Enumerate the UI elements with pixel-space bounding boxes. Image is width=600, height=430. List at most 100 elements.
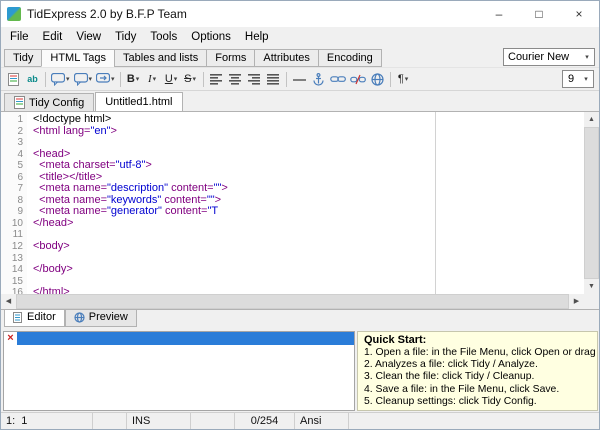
maximize-button[interactable]: □ bbox=[519, 1, 559, 27]
reply-button[interactable]: ▾ bbox=[94, 69, 117, 89]
line-number: 8 bbox=[1, 195, 23, 207]
comment-button[interactable]: ▾ bbox=[49, 69, 72, 89]
font-size-combo[interactable]: 9▾ bbox=[562, 70, 594, 88]
message-list[interactable]: × bbox=[3, 331, 355, 411]
tab-tables-and-lists[interactable]: Tables and lists bbox=[114, 49, 207, 67]
menu-edit[interactable]: Edit bbox=[36, 29, 70, 45]
status-progress: 0/254 bbox=[235, 413, 295, 429]
menu-file[interactable]: File bbox=[3, 29, 36, 45]
bold-button[interactable]: B▾ bbox=[124, 69, 143, 89]
vertical-scroll-thumb[interactable] bbox=[584, 127, 599, 279]
align-justify-button[interactable] bbox=[264, 69, 283, 89]
code-line[interactable] bbox=[33, 137, 584, 149]
tab-editor[interactable]: Editor bbox=[4, 310, 65, 327]
comment-icon bbox=[51, 73, 65, 86]
tab-forms[interactable]: Forms bbox=[206, 49, 255, 67]
tab-encoding[interactable]: Encoding bbox=[318, 49, 382, 67]
horizontal-scroll-thumb[interactable] bbox=[16, 294, 569, 309]
close-button[interactable]: × bbox=[559, 1, 599, 27]
doc-tab-tidy-config[interactable]: Tidy Config bbox=[4, 93, 94, 111]
view-tab-label: Editor bbox=[27, 311, 56, 323]
line-number: 2 bbox=[1, 126, 23, 138]
toolbar-separator bbox=[203, 72, 204, 87]
align-center-button[interactable] bbox=[226, 69, 245, 89]
clean-document-icon[interactable] bbox=[4, 69, 23, 89]
error-icon: × bbox=[4, 332, 17, 345]
code-line[interactable]: <html lang="en"> bbox=[33, 126, 584, 138]
quick-start-title: Quick Start: bbox=[364, 334, 591, 346]
code-line[interactable] bbox=[33, 276, 584, 288]
scroll-left-icon[interactable]: ◀ bbox=[1, 294, 16, 309]
font-family-combo[interactable]: Courier New ▾ bbox=[503, 48, 595, 66]
menu-view[interactable]: View bbox=[69, 29, 108, 45]
font-size-value: 9 bbox=[563, 73, 579, 85]
code-line[interactable]: <body> bbox=[33, 241, 584, 253]
underline-button[interactable]: U▾ bbox=[162, 69, 181, 89]
menu-tools[interactable]: Tools bbox=[143, 29, 184, 45]
charset-letters-icon[interactable]: ab bbox=[23, 69, 42, 89]
scroll-down-icon[interactable]: ▼ bbox=[584, 279, 599, 294]
horizontal-rule-button[interactable] bbox=[290, 69, 309, 89]
line-number: 14 bbox=[1, 264, 23, 276]
chevron-down-icon[interactable]: ▾ bbox=[405, 75, 409, 83]
toolbar-separator bbox=[120, 72, 121, 87]
menu-options[interactable]: Options bbox=[184, 29, 238, 45]
code-area[interactable]: <!doctype html><html lang="en"><head> <m… bbox=[27, 112, 584, 294]
tab-preview[interactable]: Preview bbox=[65, 310, 137, 327]
chevron-down-icon[interactable]: ▾ bbox=[89, 75, 93, 83]
align-left-button[interactable] bbox=[207, 69, 226, 89]
code-line[interactable]: </body> bbox=[33, 264, 584, 276]
align-center-icon bbox=[229, 74, 241, 85]
menu-help[interactable]: Help bbox=[238, 29, 276, 45]
code-line[interactable]: </head> bbox=[33, 218, 584, 230]
tab-tidy[interactable]: Tidy bbox=[4, 49, 42, 67]
clean-document-icon-icon bbox=[8, 73, 19, 86]
globe-button[interactable] bbox=[368, 69, 387, 89]
line-number: 4 bbox=[1, 149, 23, 161]
code-line[interactable]: <meta charset="utf-8"> bbox=[33, 160, 584, 172]
unlink-button[interactable] bbox=[348, 69, 368, 89]
menu-tidy[interactable]: Tidy bbox=[108, 29, 143, 45]
doc-tab-label: Untitled1.html bbox=[105, 96, 172, 108]
horizontal-scrollbar[interactable]: ◀ ▶ bbox=[1, 294, 599, 309]
toolbar-separator bbox=[390, 72, 391, 87]
anchor-button[interactable] bbox=[309, 69, 328, 89]
toolbar-separator bbox=[45, 72, 46, 87]
line-number-gutter: 12345678910111213141516 bbox=[1, 112, 27, 294]
line-number: 6 bbox=[1, 172, 23, 184]
link-button[interactable] bbox=[328, 69, 348, 89]
tab-html-tags[interactable]: HTML Tags bbox=[41, 49, 115, 67]
doc-tab-untitled1-html[interactable]: Untitled1.html bbox=[95, 92, 182, 111]
tab-attributes[interactable]: Attributes bbox=[254, 49, 318, 67]
code-line[interactable]: <meta name="generator" content="T bbox=[33, 206, 584, 218]
chevron-down-icon[interactable]: ▾ bbox=[136, 75, 140, 83]
toolbar-separator bbox=[286, 72, 287, 87]
code-editor[interactable]: 12345678910111213141516 <!doctype html><… bbox=[1, 111, 599, 309]
vertical-scrollbar[interactable]: ▲ ▼ bbox=[584, 112, 599, 294]
code-line[interactable]: </html> bbox=[33, 287, 584, 294]
align-right-icon bbox=[248, 74, 260, 85]
chevron-down-icon[interactable]: ▾ bbox=[579, 75, 593, 83]
chevron-down-icon[interactable]: ▾ bbox=[174, 75, 178, 83]
code-line[interactable] bbox=[33, 229, 584, 241]
scroll-up-icon[interactable]: ▲ bbox=[584, 112, 599, 127]
message-row[interactable]: × bbox=[4, 332, 354, 346]
align-right-button[interactable] bbox=[245, 69, 264, 89]
chevron-down-icon[interactable]: ▾ bbox=[66, 75, 70, 83]
selected-row-highlight bbox=[17, 332, 354, 345]
line-number: 5 bbox=[1, 160, 23, 172]
pilcrow-button[interactable]: ¶▾ bbox=[394, 69, 413, 89]
code-line[interactable] bbox=[33, 253, 584, 265]
chevron-down-icon[interactable]: ▾ bbox=[192, 75, 196, 83]
scroll-right-icon[interactable]: ▶ bbox=[569, 294, 584, 309]
chevron-down-icon[interactable]: ▾ bbox=[153, 75, 157, 83]
document-tab-bar: Tidy Config Untitled1.html bbox=[1, 91, 599, 111]
italic-button[interactable]: I▾ bbox=[143, 69, 162, 89]
strikethrough-button[interactable]: S▾ bbox=[181, 69, 200, 89]
callout-button[interactable]: ▾ bbox=[72, 69, 95, 89]
chevron-down-icon[interactable]: ▾ bbox=[580, 53, 594, 61]
chevron-down-icon[interactable]: ▾ bbox=[111, 75, 115, 83]
reply-icon bbox=[96, 73, 110, 86]
line-number: 3 bbox=[1, 137, 23, 149]
minimize-button[interactable]: – bbox=[479, 1, 519, 27]
